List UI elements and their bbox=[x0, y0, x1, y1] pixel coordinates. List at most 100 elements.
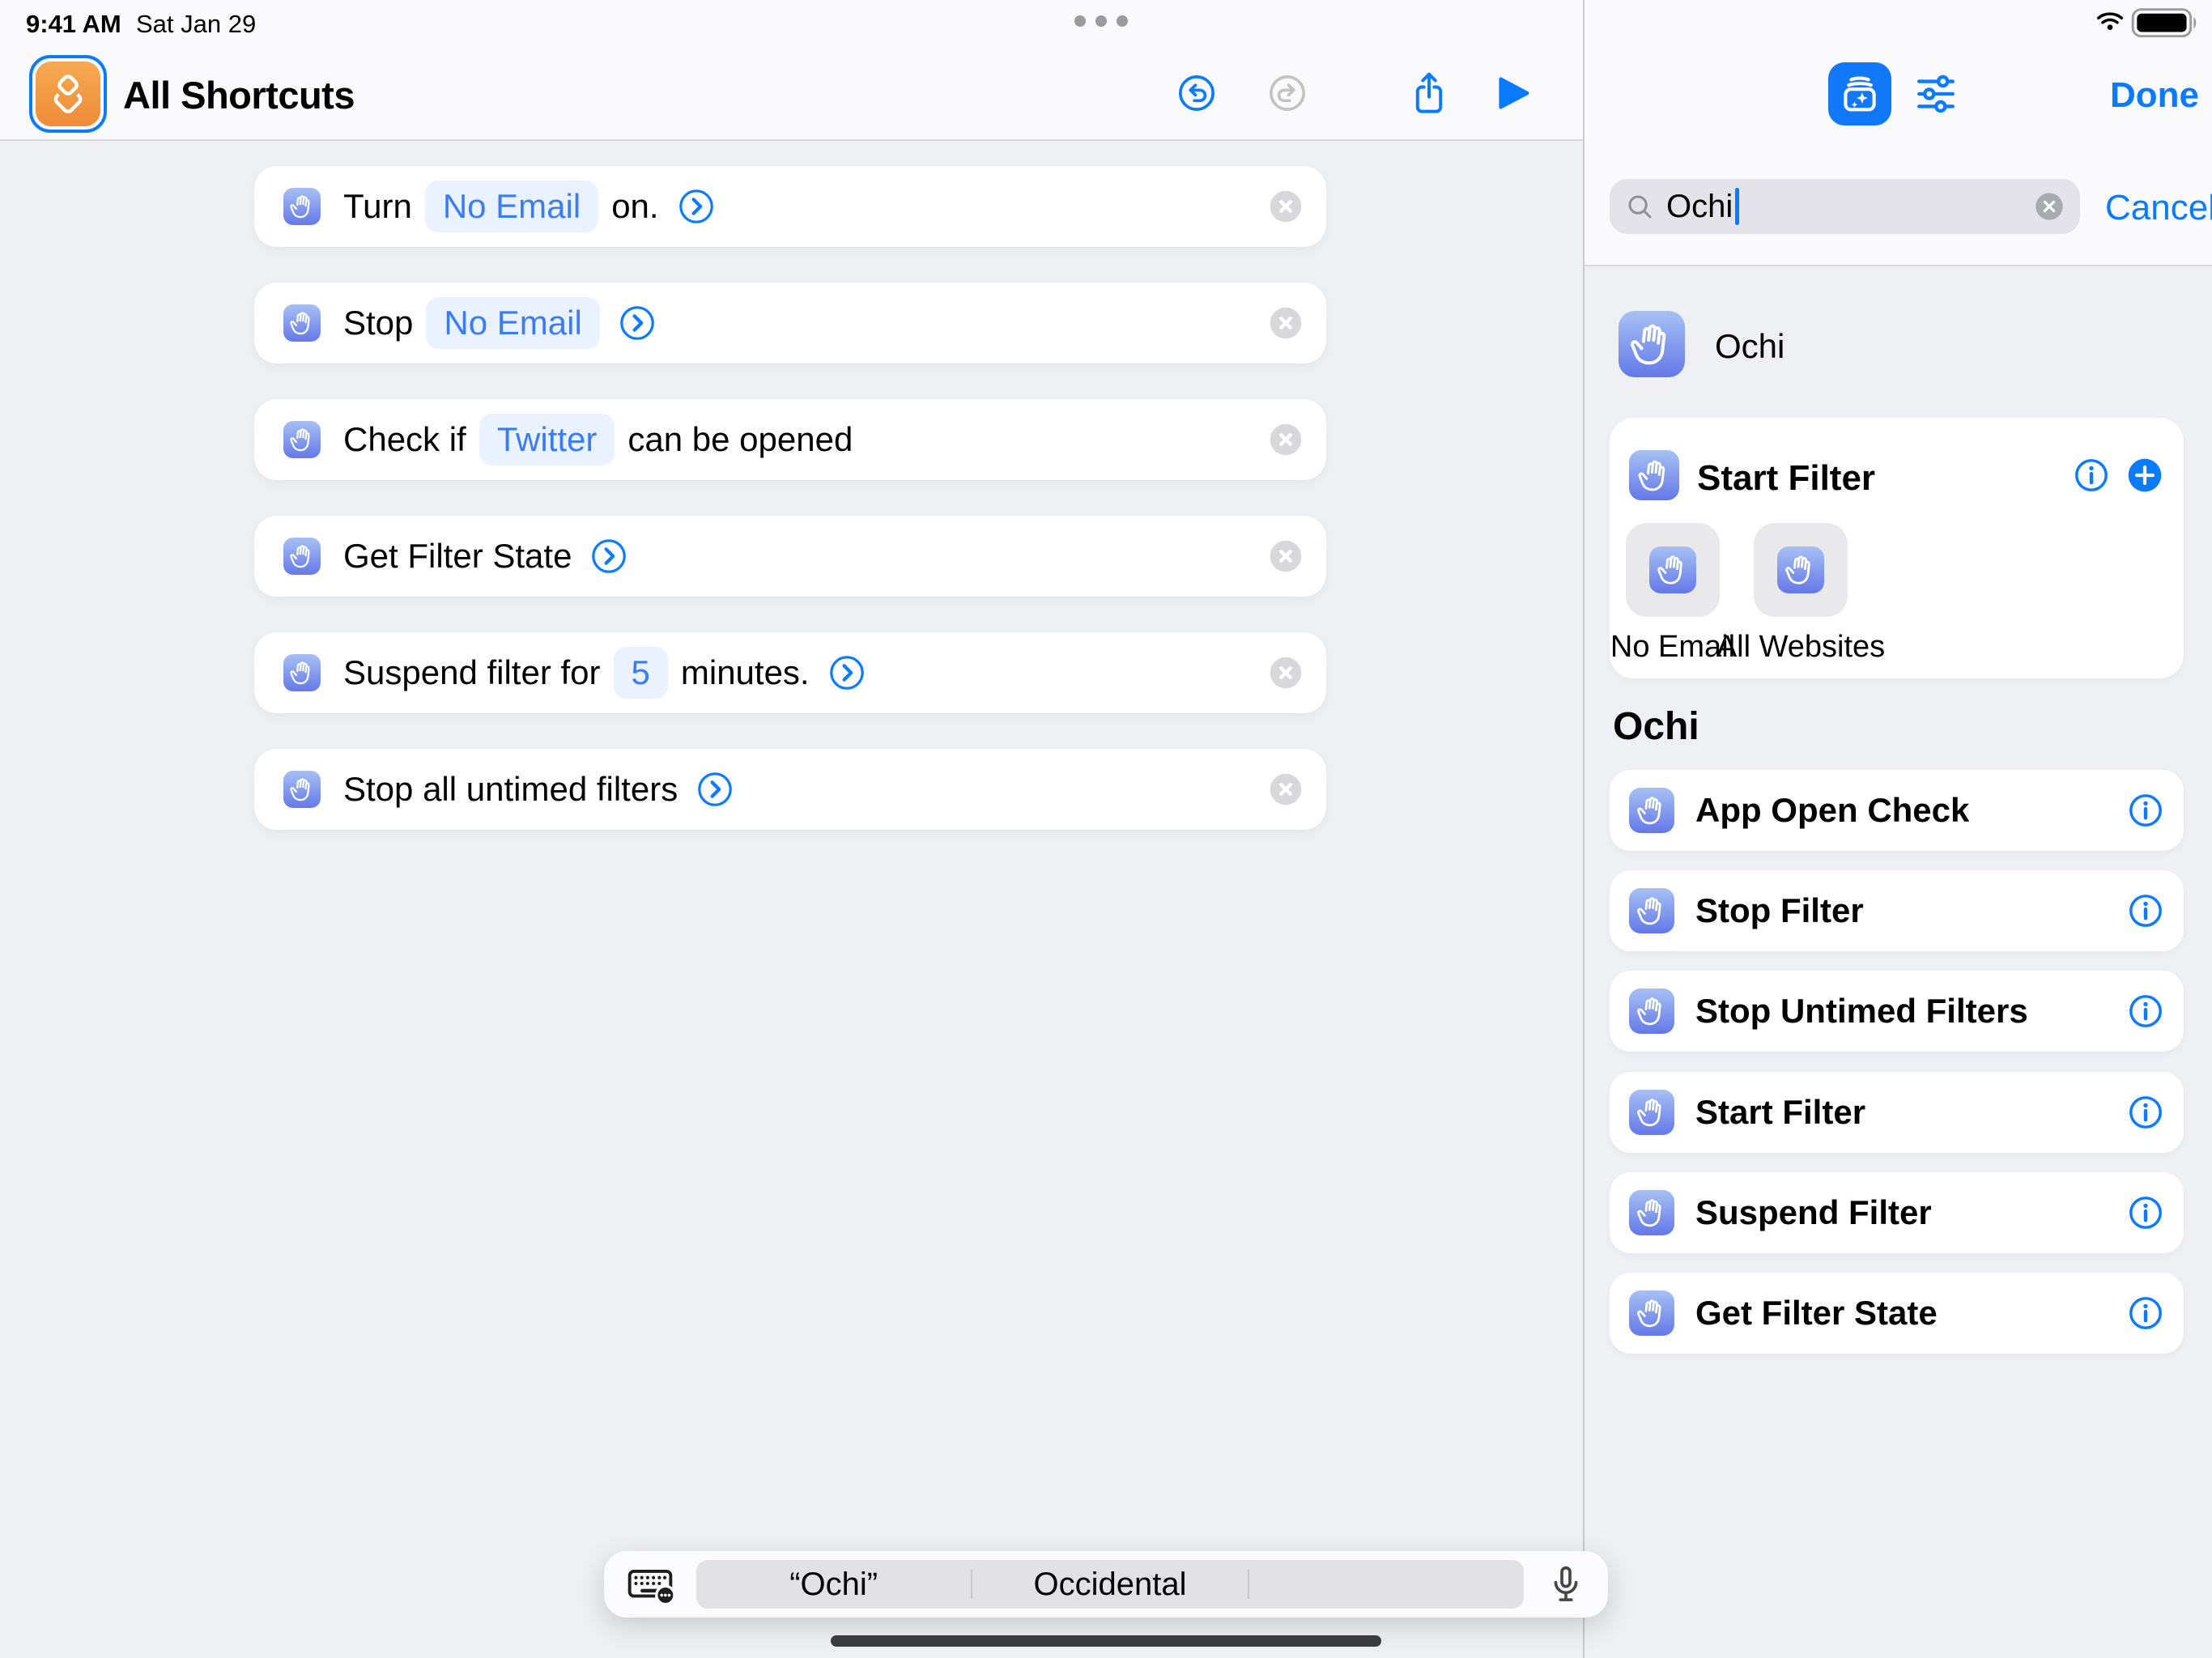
remove-action-button[interactable] bbox=[1268, 305, 1304, 341]
action-card[interactable]: Stop No Email bbox=[254, 283, 1326, 363]
remove-action-button[interactable] bbox=[1268, 772, 1304, 807]
action-card[interactable]: Turn No Email on. bbox=[254, 166, 1326, 247]
suggestion-bar: “Ochi”Occidental bbox=[696, 1560, 1524, 1609]
shortcut-icon-button[interactable] bbox=[29, 55, 107, 133]
suggestion-item[interactable]: Occidental bbox=[972, 1560, 1247, 1609]
redo-button[interactable] bbox=[1266, 72, 1308, 114]
action-text: Turn bbox=[343, 187, 412, 226]
battery-icon bbox=[2131, 6, 2202, 36]
all-websites-option[interactable] bbox=[1754, 523, 1848, 617]
info-button[interactable] bbox=[2127, 993, 2164, 1030]
page-title: All Shortcuts bbox=[123, 73, 355, 117]
action-result-label: App Open Check bbox=[1695, 791, 2127, 830]
no-email-option[interactable] bbox=[1626, 523, 1720, 617]
action-text: minutes. bbox=[681, 653, 810, 692]
info-button[interactable] bbox=[2127, 1194, 2164, 1231]
shortcuts-app-icon bbox=[36, 62, 100, 126]
suggestion-item[interactable]: “Ochi” bbox=[696, 1560, 971, 1609]
hand-icon bbox=[283, 654, 321, 691]
undo-button[interactable] bbox=[1176, 72, 1218, 114]
action-text: can be opened bbox=[627, 420, 853, 459]
action-card[interactable]: Get Filter State bbox=[254, 516, 1326, 597]
hand-icon bbox=[1777, 546, 1824, 593]
info-button[interactable] bbox=[2127, 792, 2164, 829]
keyboard-accessory-bar: “Ochi”Occidental bbox=[604, 1551, 1608, 1618]
hand-icon bbox=[1629, 888, 1674, 933]
action-result-row[interactable]: Stop Filter bbox=[1610, 870, 2184, 951]
action-text: Stop all untimed filters bbox=[343, 770, 678, 809]
suggestion-item[interactable] bbox=[1249, 1560, 1524, 1609]
remove-action-button[interactable] bbox=[1268, 189, 1304, 224]
cancel-button[interactable]: Cancel bbox=[2105, 188, 2212, 228]
variable-token[interactable]: No Email bbox=[425, 181, 598, 232]
expand-chevron-icon[interactable] bbox=[827, 653, 866, 692]
action-result-row[interactable]: Get Filter State bbox=[1610, 1273, 2184, 1354]
featured-action-title: Start Filter bbox=[1697, 458, 1875, 499]
action-result-label: Start Filter bbox=[1695, 1093, 2127, 1132]
screen: 9:41 AM Sat Jan 29 All Shortcuts Done Oc… bbox=[0, 0, 2212, 1658]
action-library-icon bbox=[1836, 70, 1883, 117]
action-result-label: Stop Filter bbox=[1695, 891, 2127, 930]
action-text: on. bbox=[611, 187, 658, 226]
action-text: Suspend filter for bbox=[343, 653, 601, 692]
search-input[interactable]: Ochi bbox=[1610, 179, 2080, 234]
action-result-row[interactable]: Start Filter bbox=[1610, 1072, 2184, 1153]
action-card[interactable]: Check if Twitter can be opened bbox=[254, 399, 1326, 480]
action-card[interactable]: Stop all untimed filters bbox=[254, 749, 1326, 830]
info-button[interactable] bbox=[2127, 1094, 2164, 1131]
panel-divider bbox=[1583, 0, 1585, 1658]
hand-icon bbox=[1629, 1190, 1674, 1235]
action-result-label: Get Filter State bbox=[1695, 1294, 2127, 1333]
filter-settings-button[interactable] bbox=[1912, 70, 1959, 117]
share-button[interactable] bbox=[1406, 67, 1452, 119]
ochi-app-label: Ochi bbox=[1715, 327, 1784, 366]
action-card[interactable]: Suspend filter for 5 minutes. bbox=[254, 632, 1326, 713]
remove-action-button[interactable] bbox=[1268, 538, 1304, 574]
ochi-app-icon[interactable] bbox=[1619, 311, 1685, 377]
hand-icon bbox=[283, 421, 321, 458]
add-action-button[interactable] bbox=[2126, 457, 2163, 494]
info-button[interactable] bbox=[2127, 1295, 2164, 1332]
multitasking-indicator[interactable] bbox=[1074, 15, 1128, 27]
keyboard-button[interactable] bbox=[625, 1559, 675, 1609]
home-indicator[interactable] bbox=[831, 1635, 1381, 1647]
remove-action-button[interactable] bbox=[1268, 422, 1304, 457]
variable-token[interactable]: 5 bbox=[614, 647, 668, 699]
info-button[interactable] bbox=[2127, 892, 2164, 929]
run-button[interactable] bbox=[1495, 74, 1535, 112]
status-date: Sat Jan 29 bbox=[136, 10, 256, 39]
expand-chevron-icon[interactable] bbox=[677, 187, 716, 226]
search-icon bbox=[1624, 191, 1655, 222]
variable-token[interactable]: No Email bbox=[426, 297, 599, 349]
hand-icon bbox=[283, 538, 321, 575]
action-result-row[interactable]: App Open Check bbox=[1610, 770, 2184, 851]
hand-icon bbox=[1649, 546, 1696, 593]
search-value: Ochi bbox=[1666, 189, 1733, 225]
wifi-icon bbox=[2094, 5, 2126, 37]
info-button[interactable] bbox=[2073, 457, 2110, 494]
status-time: 9:41 AM bbox=[26, 10, 121, 39]
remove-action-button[interactable] bbox=[1268, 655, 1304, 691]
microphone-button[interactable] bbox=[1545, 1563, 1587, 1605]
action-result-row[interactable]: Suspend Filter bbox=[1610, 1172, 2184, 1253]
expand-chevron-icon[interactable] bbox=[589, 537, 628, 576]
variable-token[interactable]: Twitter bbox=[479, 414, 615, 466]
featured-action-card[interactable]: Start Filter No Email All Websites bbox=[1610, 418, 2184, 678]
action-result-row[interactable]: Stop Untimed Filters bbox=[1610, 971, 2184, 1052]
hand-icon bbox=[1629, 450, 1679, 500]
hand-icon bbox=[283, 188, 321, 225]
action-library-button[interactable] bbox=[1828, 62, 1891, 125]
expand-chevron-icon[interactable] bbox=[618, 304, 657, 342]
text-caret bbox=[1735, 188, 1739, 225]
action-result-label: Stop Untimed Filters bbox=[1695, 992, 2127, 1031]
hand-icon bbox=[1629, 788, 1674, 833]
action-text: Check if bbox=[343, 420, 466, 459]
action-text: Stop bbox=[343, 304, 413, 342]
hand-icon bbox=[1629, 988, 1674, 1034]
hand-icon bbox=[1629, 1290, 1674, 1336]
clear-search-button[interactable] bbox=[2033, 190, 2065, 223]
option-label: All Websites bbox=[1716, 630, 1885, 665]
action-text: Get Filter State bbox=[343, 537, 572, 576]
done-button[interactable]: Done bbox=[2110, 75, 2199, 116]
expand-chevron-icon[interactable] bbox=[696, 770, 734, 809]
